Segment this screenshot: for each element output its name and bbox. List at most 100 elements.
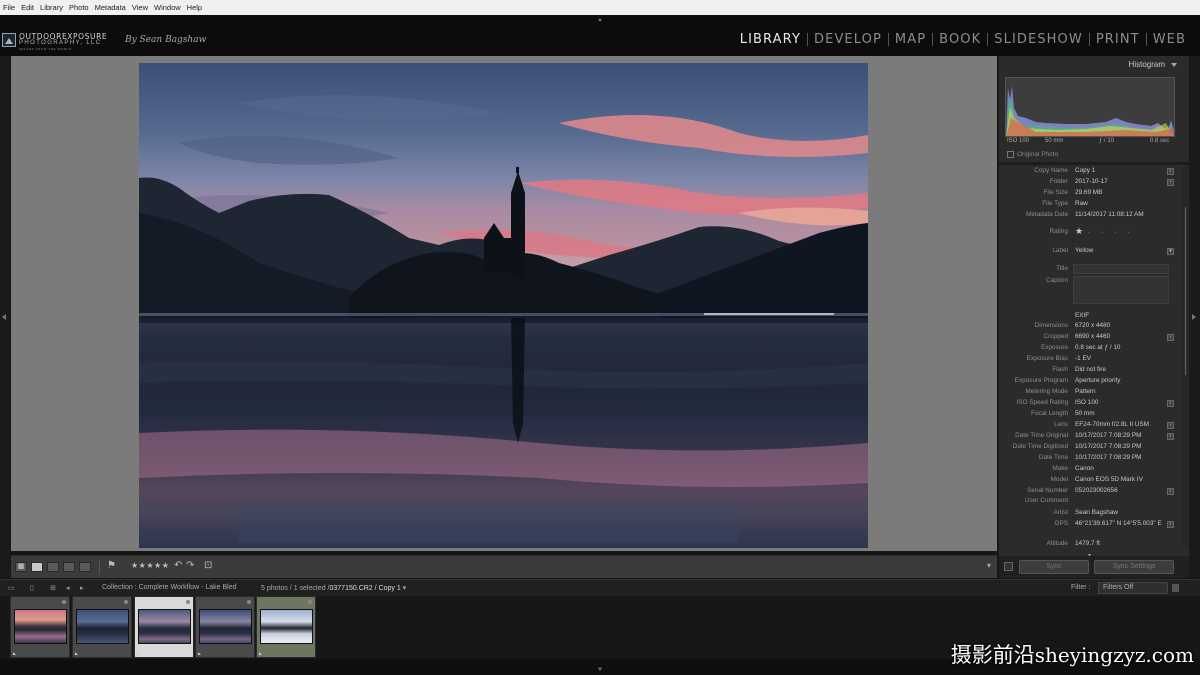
grid-view-button[interactable]: ▦: [15, 562, 27, 572]
meta-row-gps: GPS 46°21'39.617" N 14°5'5.003" E ›: [999, 520, 1183, 530]
meta-row-flash: Flash Did not fire: [1052, 366, 1106, 373]
filmstrip-thumb[interactable]: [10, 596, 70, 658]
thumb-image: [260, 609, 313, 644]
meta-row-iso: ISO Speed Rating ISO 100 ›: [999, 399, 1183, 409]
rotate-right-icon[interactable]: ↷: [186, 560, 194, 571]
compare-view-button[interactable]: [47, 562, 59, 572]
meta-row-exposure-bias: Exposure Bias -1 EV: [1026, 355, 1091, 362]
histogram-chart[interactable]: [1005, 77, 1175, 137]
thumb-badge-icon: [186, 600, 190, 604]
rating-stars[interactable]: ★★★★★: [131, 561, 169, 570]
menu-window[interactable]: Window: [154, 3, 181, 12]
meta-row-date-original: Date Time Original 10/17/2017 7:08:29 PM…: [999, 432, 1183, 442]
iso-action-icon[interactable]: ›: [1167, 400, 1174, 407]
rotate-left-icon[interactable]: ↶: [174, 560, 182, 571]
meta-row-exposure-program: Exposure Program Aperture priority: [1014, 377, 1121, 384]
expand-left-icon[interactable]: [2, 314, 6, 320]
filmstrip-bar: ▭ ▯ ⊞ ◂ ▸ Collection : Complete Workflow…: [0, 579, 1200, 596]
flag-icon[interactable]: ⚑: [107, 560, 116, 571]
people-view-button[interactable]: [79, 562, 91, 572]
meta-row-caption: Caption: [999, 276, 1183, 304]
meta-row-date-time: Date Time 10/17/2017 7:08:29 PM: [1038, 454, 1142, 461]
lens-action-icon[interactable]: ›: [1167, 422, 1174, 429]
meta-row-file-size: File Size 29.69 MB: [1043, 189, 1103, 196]
histogram-header[interactable]: Histogram: [999, 56, 1189, 74]
meta-row-make: Make Canon: [1052, 465, 1094, 472]
loupe-view-button[interactable]: [31, 562, 43, 572]
sync-bar: Sync Sync Settings: [999, 556, 1189, 578]
meta-row-label: Label Yellow ▾: [999, 247, 1183, 257]
title-field[interactable]: [1073, 264, 1169, 274]
original-photo-checkbox[interactable]: Original Photo: [1007, 151, 1058, 158]
module-print[interactable]: Print: [1090, 32, 1146, 47]
caption-field[interactable]: [1073, 276, 1169, 304]
logo-sub-text: PHOTOGRAPHY, LLC: [19, 40, 102, 46]
filter-dropdown[interactable]: Filters Off: [1098, 582, 1168, 594]
selection-info[interactable]: 5 photos / 1 selected /0377150.CR2 / Cop…: [261, 584, 406, 592]
logo-mark-icon: [2, 33, 16, 47]
serial-action-icon[interactable]: ›: [1167, 488, 1174, 495]
folder-action-icon[interactable]: ›: [1167, 179, 1174, 186]
meta-row-exposure: Exposure 0.8 sec at ƒ / 10: [1041, 344, 1121, 351]
cropped-action-icon[interactable]: ›: [1167, 334, 1174, 341]
module-develop[interactable]: Develop: [808, 32, 888, 47]
grid-icon[interactable]: ⊞: [50, 584, 56, 592]
logo-tagline: IMAGES FROM THE WORLD: [19, 47, 72, 51]
rating-control[interactable]: ★• • • •: [1075, 226, 1134, 237]
module-book[interactable]: Book: [933, 32, 987, 47]
auto-sync-toggle[interactable]: [1004, 562, 1013, 571]
collapse-bottom-icon[interactable]: ▼: [597, 667, 603, 673]
meta-row-rating: Rating ★• • • •: [1049, 226, 1135, 237]
secondary-display-icon[interactable]: ▭: [8, 584, 15, 592]
meta-row-cropped: Cropped 6690 x 4460 ›: [999, 333, 1183, 343]
menu-library[interactable]: Library: [40, 3, 63, 12]
main-photo[interactable]: [139, 63, 868, 548]
collapse-right-icon[interactable]: [1192, 314, 1196, 320]
meta-row-title: Title: [999, 264, 1183, 275]
label-dropdown-icon[interactable]: ▾: [1167, 248, 1174, 255]
back-arrow-icon[interactable]: ◂: [66, 584, 70, 592]
left-panel-collapsed[interactable]: [0, 56, 10, 578]
filmstrip-thumb[interactable]: [72, 596, 132, 658]
collapse-panel-icon[interactable]: [1171, 63, 1177, 67]
module-slideshow[interactable]: Slideshow: [988, 32, 1089, 47]
crop-overlay-icon[interactable]: ⊡: [204, 560, 212, 571]
module-picker: Library Develop Map Book Slideshow Print…: [734, 32, 1192, 47]
thumb-corner-icon: [259, 652, 262, 655]
meta-row-altitude: Altitude 1479.7 ft: [1046, 540, 1100, 547]
sync-settings-button[interactable]: Sync Settings: [1094, 560, 1174, 574]
forward-arrow-icon[interactable]: ▸: [80, 584, 84, 592]
watermark-cn: 摄影前沿: [950, 643, 1035, 667]
filmstrip-thumb[interactable]: [256, 596, 316, 658]
module-library[interactable]: Library: [734, 32, 807, 47]
right-panel-edge[interactable]: [1189, 56, 1200, 578]
scrollbar-thumb[interactable]: [1184, 206, 1187, 376]
menu-edit[interactable]: Edit: [21, 3, 34, 12]
menu-metadata[interactable]: Metadata: [95, 3, 126, 12]
collection-path[interactable]: Collection : Complete Workflow - Lake Bl…: [102, 584, 236, 591]
collapse-top-icon[interactable]: ▲: [597, 17, 603, 23]
sync-button[interactable]: Sync: [1019, 560, 1089, 574]
copy-name-action-icon[interactable]: ›: [1167, 168, 1174, 175]
gps-action-icon[interactable]: ›: [1167, 521, 1174, 528]
selected-file-name: 0377150.CR2 / Copy 1: [329, 585, 401, 592]
module-map[interactable]: Map: [889, 32, 932, 47]
histo-aperture: ƒ / 10: [1099, 138, 1115, 144]
selection-count: 5 photos / 1 selected /: [261, 585, 330, 592]
filter-lock-icon[interactable]: [1172, 584, 1179, 592]
menu-view[interactable]: View: [132, 3, 148, 12]
menu-file[interactable]: File: [3, 3, 15, 12]
filmstrip-thumb[interactable]: [195, 596, 255, 658]
module-web[interactable]: Web: [1147, 32, 1192, 47]
toolbar-content-dropdown[interactable]: ▾: [987, 561, 991, 570]
module-bar: ▲ OUTDOOREXPOSURE PHOTOGRAPHY, LLC IMAGE…: [0, 15, 1200, 56]
meta-row-user-comment: User Comment: [1025, 497, 1068, 504]
thumb-image: [199, 609, 252, 644]
survey-view-button[interactable]: [63, 562, 75, 572]
display-toggle-icon[interactable]: ▯: [30, 584, 34, 592]
filmstrip-thumb-selected[interactable]: [134, 596, 194, 658]
menu-help[interactable]: Help: [187, 3, 202, 12]
metadata-scrollbar[interactable]: [1183, 166, 1188, 546]
date-original-action-icon[interactable]: ›: [1167, 433, 1174, 440]
menu-photo[interactable]: Photo: [69, 3, 89, 12]
